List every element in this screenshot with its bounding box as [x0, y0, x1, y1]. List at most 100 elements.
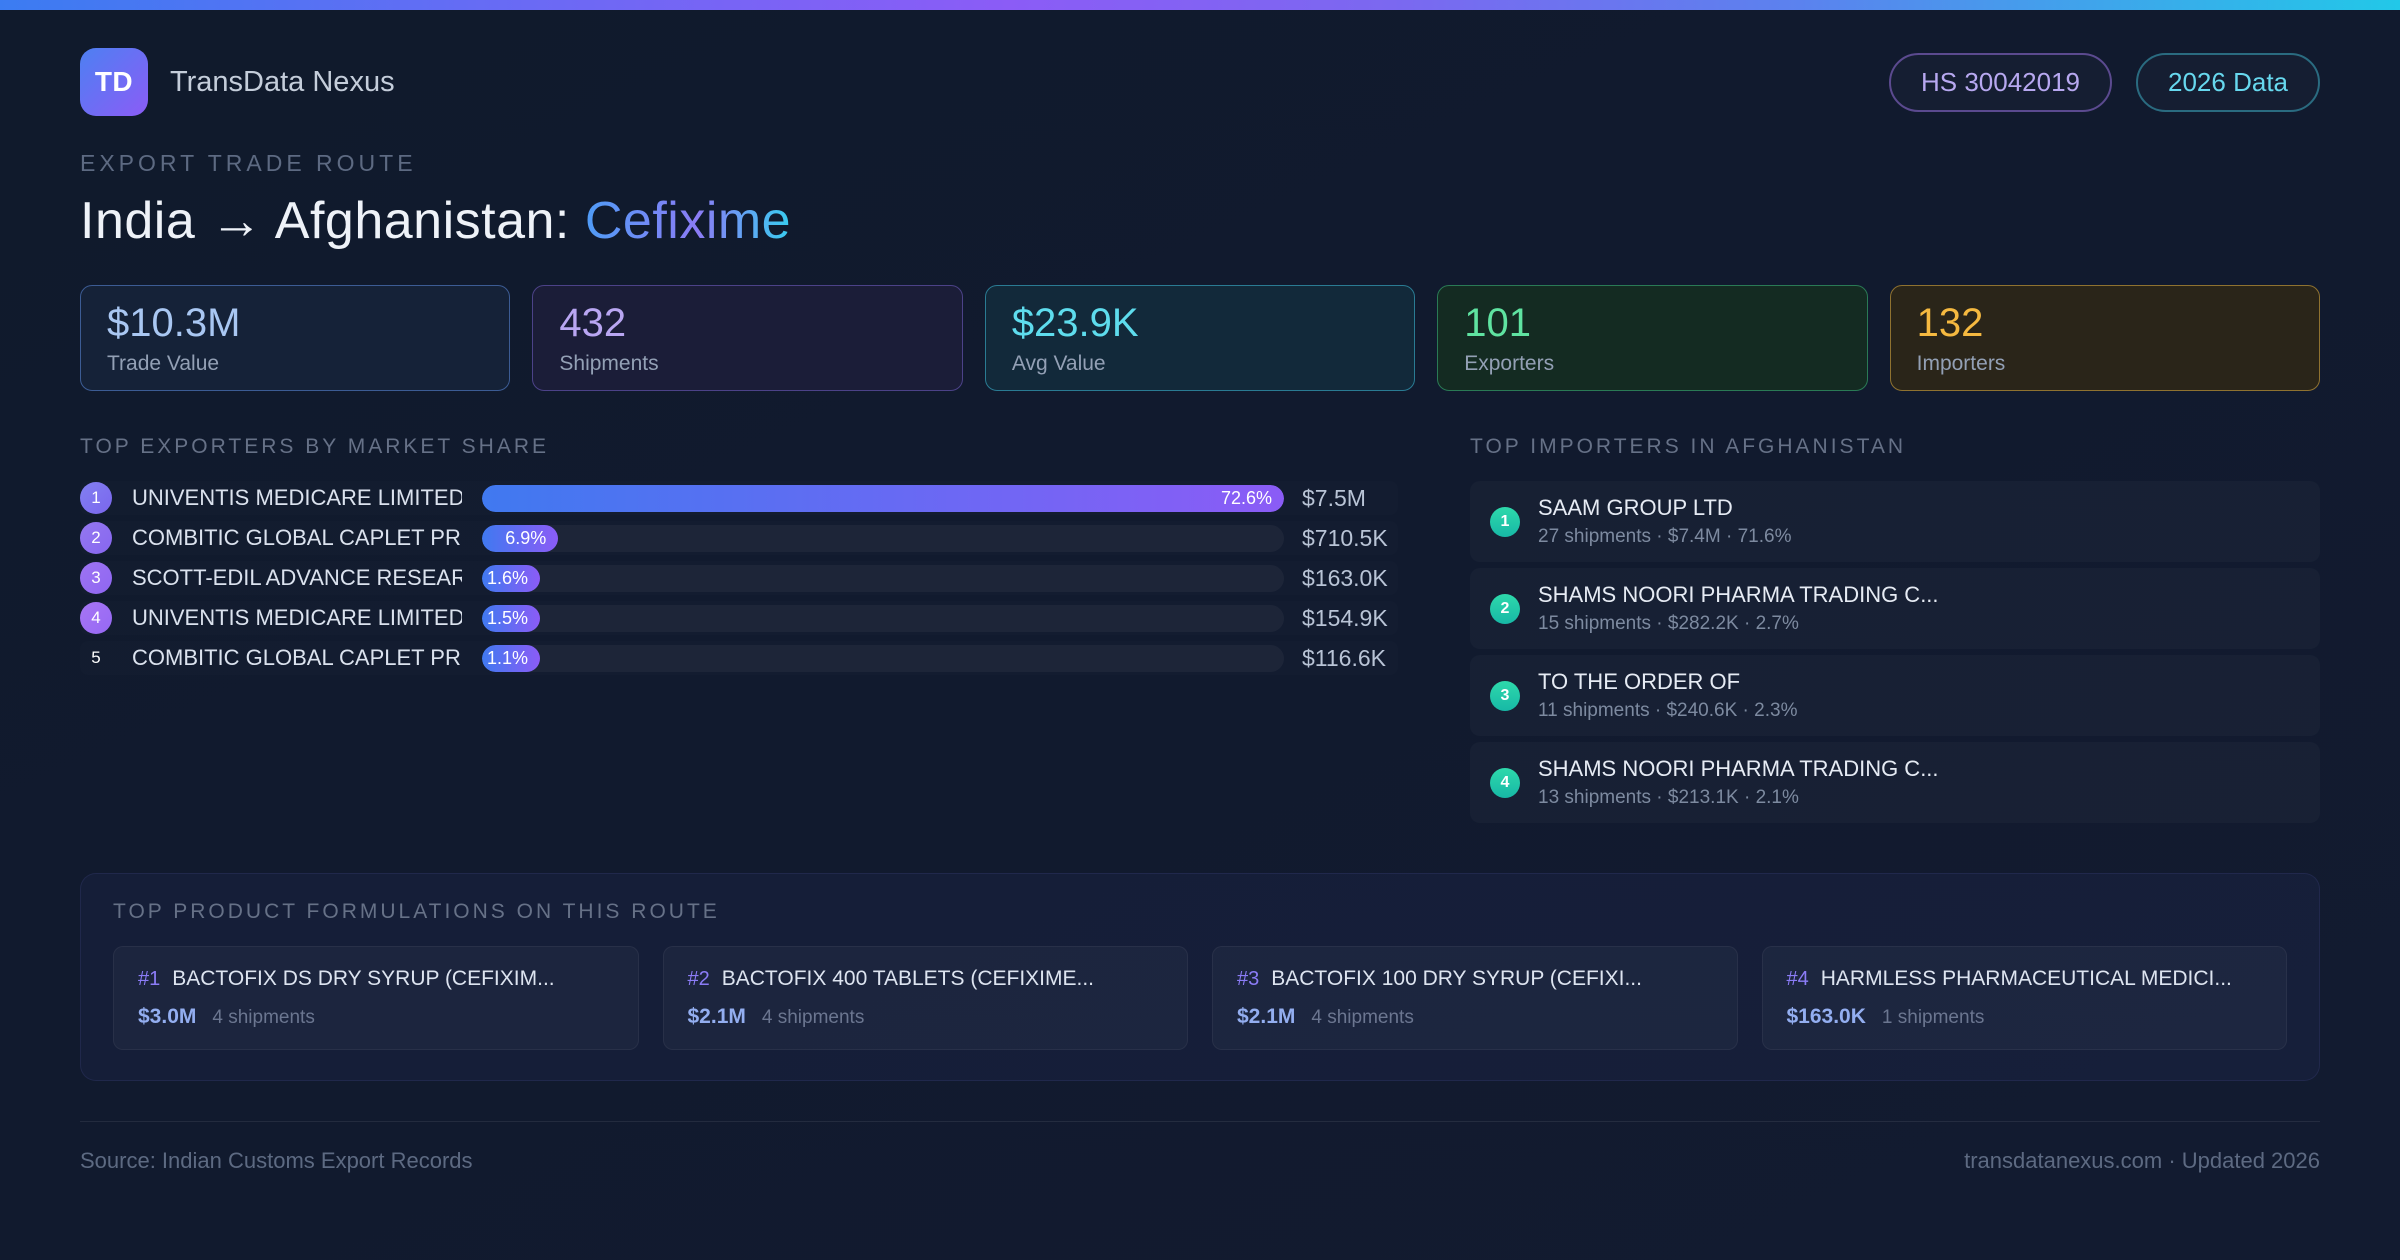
stat-value: $10.3M: [107, 301, 241, 345]
hs-code-badge[interactable]: HS 30042019: [1888, 52, 2113, 112]
product-card: #1 BACTOFIX DS DRY SYRUP (CEFIXIM... $3.…: [113, 946, 639, 1050]
importers-section-title: TOP IMPORTERS IN AFGHANISTAN: [1470, 435, 1907, 458]
brand-logo: TD: [80, 48, 148, 116]
rank-badge: 4: [80, 602, 112, 634]
page-eyebrow: EXPORT TRADE ROUTE: [80, 150, 417, 176]
market-share-bar: 72.6%: [482, 484, 1284, 512]
top-exporters-section: TOP EXPORTERS BY MARKET SHARE 1 UNIVENTI…: [80, 435, 1398, 681]
footer-source: Source: Indian Customs Export Records: [80, 1148, 473, 1173]
market-share-bar: 6.9%: [482, 524, 559, 552]
rank-badge: 2: [1490, 593, 1520, 624]
dashboard-page: TD TransData Nexus HS 30042019 2026 Data…: [0, 0, 2400, 1260]
exporter-name: SCOTT-EDIL ADVANCE RESEARC...: [132, 565, 462, 590]
exporter-name: UNIVENTIS MEDICARE LIMITED: [132, 605, 462, 630]
exporter-name: COMBITIC GLOBAL CAPLET PRI...: [132, 525, 462, 550]
product-rank: #4: [1786, 968, 1809, 990]
market-share-bar: 1.1%: [482, 644, 540, 672]
importer-card: 2 SHAMS NOORI PHARMA TRADING C... 15 shi…: [1470, 568, 2320, 649]
rank-badge: 3: [80, 562, 112, 594]
stat-value: 101: [1464, 301, 1531, 345]
product-rank: #1: [138, 968, 161, 990]
importer-name: TO THE ORDER OF: [1538, 669, 1741, 694]
importer-name: SHAMS NOORI PHARMA TRADING C...: [1538, 756, 1939, 781]
exporter-value: $154.9K: [1302, 604, 1388, 631]
top-importers-section: TOP IMPORTERS IN AFGHANISTAN 1 SAAM GROU…: [1470, 435, 2320, 829]
importer-meta: 27 shipments · $7.4M · 71.6%: [1538, 526, 1792, 547]
rank-badge: 5: [91, 648, 101, 667]
stat-label: Trade Value: [107, 352, 220, 375]
importer-meta: 11 shipments · $240.6K · 2.3%: [1538, 700, 1798, 721]
exporter-name: COMBITIC GLOBAL CAPLET PRI...: [132, 645, 462, 670]
importer-card: 4 SHAMS NOORI PHARMA TRADING C... 13 shi…: [1470, 742, 2320, 823]
market-share-bar-track: 72.6%: [482, 484, 1284, 512]
stat-card-shipments: 432 Shipments: [532, 285, 963, 391]
importer-meta: 13 shipments · $213.1K · 2.1%: [1538, 787, 1799, 808]
stat-cards-row: $10.3M Trade Value 432 Shipments $23.9K …: [80, 285, 2321, 391]
market-share-bar: 1.5%: [482, 604, 540, 632]
page-title-route: India → Afghanistan:: [80, 192, 570, 250]
importer-name: SAAM GROUP LTD: [1538, 495, 1733, 520]
exporter-name: UNIVENTIS MEDICARE LIMITED: [132, 485, 462, 510]
importer-name: SHAMS NOORI PHARMA TRADING C...: [1538, 582, 1939, 607]
stat-value: 432: [559, 301, 627, 345]
exporter-value: $116.6K: [1302, 644, 1386, 671]
market-share-bar-track: 1.1%: [482, 644, 1284, 672]
rank-badge: 2: [80, 522, 112, 554]
stat-value: $23.9K: [1011, 301, 1139, 345]
exporters-section-title: TOP EXPORTERS BY MARKET SHARE: [80, 435, 550, 458]
rank-badge: 3: [1490, 680, 1520, 711]
importer-meta: 15 shipments · $282.2K · 2.7%: [1538, 613, 1799, 634]
footer: Source: Indian Customs Export Records tr…: [80, 1121, 2320, 1174]
exporter-row: 4 UNIVENTIS MEDICARE LIMITED 1.5% $154.9…: [80, 601, 1398, 635]
importer-card: 3 TO THE ORDER OF 11 shipments · $240.6K…: [1470, 655, 2320, 736]
exporter-value: $163.0K: [1302, 564, 1388, 591]
rank-badge: 4: [1490, 767, 1520, 798]
market-share-bar-track: 1.6%: [482, 564, 1284, 592]
brand: TD TransData Nexus: [80, 48, 395, 116]
importer-card: 1 SAAM GROUP LTD 27 shipments · $7.4M · …: [1470, 481, 2320, 562]
stat-card-trade-value: $10.3M Trade Value: [80, 285, 511, 391]
product-name: BACTOFIX 100 DRY SYRUP (CEFIXI...: [1271, 967, 1642, 990]
exporter-value: $7.5M: [1302, 484, 1366, 511]
data-year-badge[interactable]: 2026 Data: [2136, 52, 2320, 112]
exporter-row: 5 COMBITIC GLOBAL CAPLET PRI... 1.1% $11…: [80, 641, 1398, 675]
rank-badge: 1: [80, 482, 112, 514]
market-share-bar: 1.6%: [482, 564, 540, 592]
market-share-bar-track: 6.9%: [482, 524, 1284, 552]
product-shipments: 4 shipments: [761, 1007, 865, 1028]
page-title: India → Afghanistan: Cefixime: [80, 191, 2320, 251]
stat-card-avg-value: $23.9K Avg Value: [984, 285, 1416, 391]
product-value: $163.0K: [1786, 1005, 1866, 1028]
product-formulations-panel: TOP PRODUCT FORMULATIONS ON THIS ROUTE #…: [80, 873, 2320, 1081]
stat-card-exporters: 101 Exporters: [1437, 285, 1868, 391]
product-card: #2 BACTOFIX 400 TABLETS (CEFIXIME... $2.…: [662, 946, 1188, 1050]
product-rank: #3: [1237, 968, 1260, 990]
exporter-value: $710.5K: [1302, 524, 1388, 551]
product-shipments: 4 shipments: [1311, 1007, 1414, 1028]
product-name: HARMLESS PHARMACEUTICAL MEDICI...: [1820, 967, 2232, 990]
market-share-bar-track: 1.5%: [482, 604, 1284, 632]
header: TD TransData Nexus HS 30042019 2026 Data: [80, 48, 2320, 116]
page-title-product: Cefixime: [584, 192, 792, 250]
product-name: BACTOFIX DS DRY SYRUP (CEFIXIM...: [172, 967, 555, 990]
stat-label: Exporters: [1464, 352, 1555, 375]
stat-value: 132: [1916, 301, 1984, 345]
product-value: $2.1M: [1237, 1005, 1296, 1028]
product-card: #3 BACTOFIX 100 DRY SYRUP (CEFIXI... $2.…: [1212, 946, 1738, 1050]
products-section-title: TOP PRODUCT FORMULATIONS ON THIS ROUTE: [113, 900, 720, 923]
exporter-row: 1 UNIVENTIS MEDICARE LIMITED 72.6% $7.5M: [80, 481, 1398, 515]
product-shipments: 4 shipments: [212, 1007, 315, 1028]
accent-gradient-bar: [0, 0, 2400, 10]
product-name: BACTOFIX 400 TABLETS (CEFIXIME...: [721, 967, 1095, 990]
product-value: $2.1M: [687, 1005, 746, 1028]
brand-name: TransData Nexus: [170, 65, 395, 98]
brand-logo-text: TD: [94, 66, 134, 97]
header-badges: HS 30042019 2026 Data: [1888, 52, 2320, 112]
product-shipments: 1 shipments: [1881, 1007, 1985, 1028]
stat-label: Avg Value: [1011, 352, 1106, 375]
stat-label: Importers: [1916, 352, 2006, 375]
rank-badge: 1: [1490, 506, 1520, 537]
exporter-row: 2 COMBITIC GLOBAL CAPLET PRI... 6.9% $71…: [80, 521, 1398, 555]
product-card: #4 HARMLESS PHARMACEUTICAL MEDICI... $16…: [1761, 946, 2287, 1050]
stat-label: Shipments: [559, 352, 659, 375]
